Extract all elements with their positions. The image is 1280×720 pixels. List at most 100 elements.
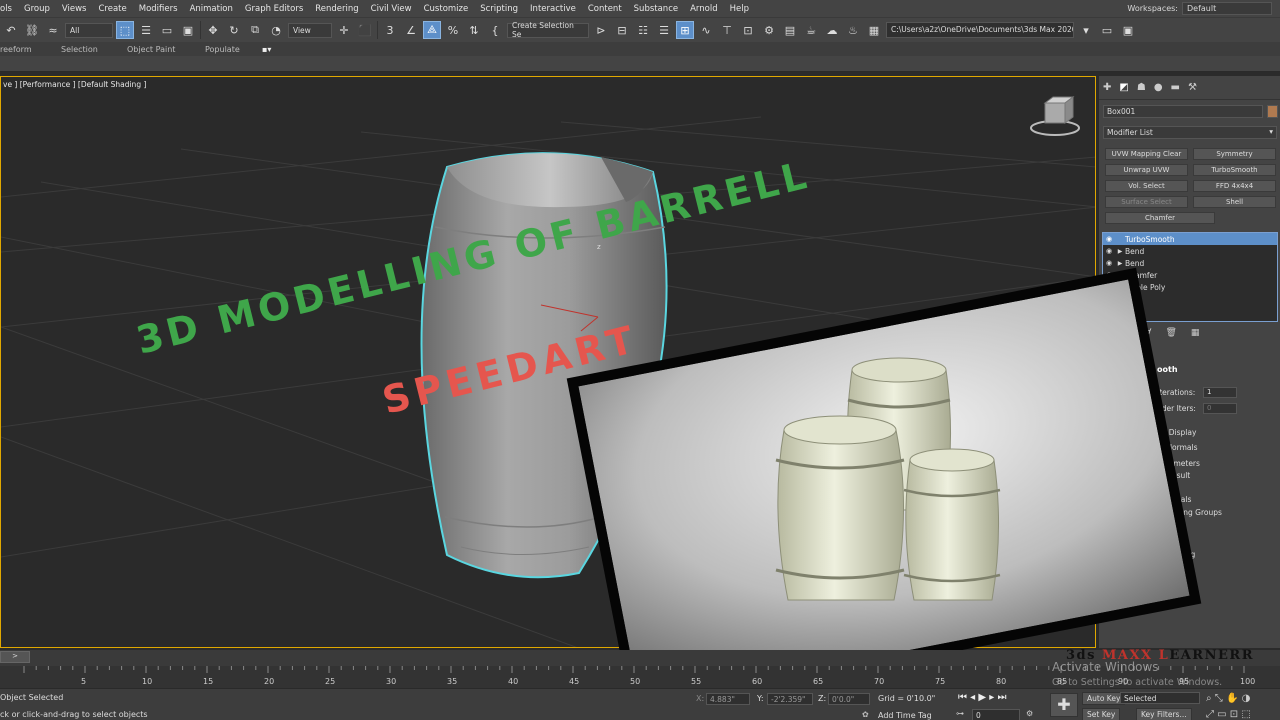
rect-selection-icon[interactable]: ▭ <box>158 21 176 39</box>
rollout-title[interactable]: ooth <box>1157 365 1178 374</box>
new-folder-icon[interactable]: ▣ <box>1119 21 1137 39</box>
menu-item[interactable]: Scripting <box>474 4 524 14</box>
add-time-tag-button[interactable]: Add Time Tag <box>878 711 932 720</box>
project-folder-icon[interactable]: ▾ <box>1077 21 1095 39</box>
modifier-button[interactable]: UVW Mapping Clear <box>1105 148 1188 160</box>
time-config-icon[interactable]: ⚙ <box>1026 709 1033 718</box>
expand-triangle-icon[interactable]: ▶ <box>1115 260 1125 267</box>
modifier-button[interactable]: Surface Select <box>1105 196 1188 208</box>
rotate-icon[interactable]: ↻ <box>225 21 243 39</box>
menu-item[interactable]: Modifiers <box>133 4 184 14</box>
teapot-icon[interactable]: ♨ <box>844 21 862 39</box>
menu-item[interactable]: Content <box>582 4 628 14</box>
viewport-nav-icons[interactable]: ⌕ ⤡ ✋ ◑ <box>1206 693 1250 704</box>
ribbon-toggle-icon[interactable]: ▪▾ <box>262 45 271 54</box>
modifier-button[interactable]: FFD 4x4x4 <box>1193 180 1276 192</box>
create-tab-icon[interactable]: ✚ <box>1103 82 1111 93</box>
stack-item[interactable]: ◉ TurboSmooth <box>1103 233 1277 245</box>
iterations-spinner[interactable]: 1 <box>1203 387 1237 398</box>
eye-icon[interactable]: ◉ <box>1103 247 1115 255</box>
spinner-snap-icon[interactable]: % <box>444 21 462 39</box>
viewcube[interactable] <box>1030 96 1080 136</box>
move-icon[interactable]: ✥ <box>204 21 222 39</box>
render-shading-icon[interactable]: ▦ <box>865 21 883 39</box>
stack-item[interactable]: ◉ ▶ Bend <box>1103 257 1277 269</box>
viewport-nav-icons-2[interactable]: ⤢ ▭ ⊡ ⬚ <box>1206 709 1251 720</box>
menu-item[interactable]: ols <box>0 4 18 14</box>
select-by-name-icon[interactable]: ☰ <box>137 21 155 39</box>
utilities-tab-icon[interactable]: ⚒ <box>1188 82 1197 93</box>
edit-named-sel-icon[interactable]: ⇅ <box>465 21 483 39</box>
select-object-icon[interactable]: ⬚ <box>116 21 134 39</box>
modifier-button[interactable]: Unwrap UVW <box>1105 164 1188 176</box>
y-coordinate-field[interactable]: -2'2.359" <box>767 693 813 705</box>
modifier-button[interactable]: TurboSmooth <box>1193 164 1276 176</box>
menu-item[interactable]: Graph Editors <box>239 4 309 14</box>
configure-sets-icon[interactable]: ▦ <box>1191 328 1200 338</box>
set-key-button[interactable]: Set Key <box>1082 708 1121 720</box>
render-setup-icon[interactable]: ⚙ <box>760 21 778 39</box>
eye-icon[interactable]: ◉ <box>1103 235 1115 243</box>
ribbon-icon[interactable]: ⊞ <box>676 21 694 39</box>
menu-item[interactable]: Interactive <box>524 4 582 14</box>
folder-icon[interactable]: ▭ <box>1098 21 1116 39</box>
undo-icon[interactable]: ↶ <box>2 21 20 39</box>
make-unique-icon[interactable]: ∀ <box>1145 328 1151 338</box>
tab-freeform[interactable]: reeform <box>0 45 32 54</box>
menu-item[interactable]: Rendering <box>309 4 364 14</box>
workspaces-dropdown[interactable]: Default <box>1182 2 1272 15</box>
modifier-button[interactable]: Symmetry <box>1193 148 1276 160</box>
time-slider[interactable]: > <box>0 651 30 663</box>
motion-tab-icon[interactable]: ● <box>1154 82 1163 93</box>
render-iters-spinner[interactable]: 0 <box>1203 403 1237 414</box>
set-key-icon[interactable]: ✚ <box>1050 693 1078 717</box>
eye-icon[interactable]: ◉ <box>1103 259 1115 267</box>
unlink-icon[interactable]: ≈ <box>44 21 62 39</box>
menu-item[interactable]: Substance <box>628 4 684 14</box>
menu-item[interactable]: Animation <box>184 4 239 14</box>
menu-item[interactable]: Group <box>18 4 56 14</box>
stack-item[interactable]: ◉ Chamfer <box>1103 269 1277 281</box>
tab-populate[interactable]: Populate <box>205 45 240 54</box>
remove-modifier-icon[interactable]: 🗑 <box>1165 328 1176 338</box>
menu-item[interactable]: Customize <box>418 4 475 14</box>
named-sel-icon[interactable]: { <box>486 21 504 39</box>
auto-key-button[interactable]: Auto Key <box>1082 692 1126 705</box>
object-color-swatch[interactable] <box>1267 105 1278 118</box>
ref-coord-dropdown[interactable]: View <box>288 22 332 38</box>
time-tag-icon[interactable]: ✿ <box>862 710 869 719</box>
align-icon[interactable]: ⊟ <box>613 21 631 39</box>
expand-triangle-icon[interactable]: ▶ <box>1115 248 1125 255</box>
menu-item[interactable]: Help <box>724 4 755 14</box>
key-mode-dropdown[interactable]: Selected <box>1120 692 1200 704</box>
key-filters-button[interactable]: Key Filters... <box>1136 708 1192 720</box>
menu-item[interactable]: Create <box>93 4 133 14</box>
stack-item[interactable]: ◉ ▶ Bend <box>1103 245 1277 257</box>
manipulate-icon[interactable]: ⬛ <box>356 21 374 39</box>
mirror-icon[interactable]: ⊳ <box>592 21 610 39</box>
selection-filter-dropdown[interactable]: All <box>65 22 113 38</box>
tab-selection[interactable]: Selection <box>61 45 98 54</box>
object-name-field[interactable]: Box001 <box>1103 105 1263 118</box>
modifier-button[interactable]: Chamfer <box>1105 212 1215 224</box>
link-icon[interactable]: ⛓ <box>23 21 41 39</box>
pivot-icon[interactable]: ✛ <box>335 21 353 39</box>
x-coordinate-field[interactable]: 4.883" <box>706 693 750 705</box>
toggle-scene-explorer-icon[interactable]: ☷ <box>634 21 652 39</box>
menu-item[interactable]: Arnold <box>684 4 724 14</box>
menu-item[interactable]: Views <box>56 4 93 14</box>
named-selection-dropdown[interactable]: Create Selection Se <box>507 21 589 39</box>
display-tab-icon[interactable]: ▬ <box>1171 82 1180 93</box>
menu-item[interactable]: Civil View <box>365 4 418 14</box>
curve-editor-icon[interactable]: ∿ <box>697 21 715 39</box>
key-mode-icon[interactable]: ⊶ <box>956 709 964 718</box>
modifier-list-dropdown[interactable]: Modifier List ▾ <box>1103 126 1277 139</box>
angle-snap-icon[interactable]: ∠ <box>402 21 420 39</box>
modifier-button[interactable]: Shell <box>1193 196 1276 208</box>
eye-icon[interactable]: ◉ <box>1103 271 1115 279</box>
rendered-frame-icon[interactable]: ▤ <box>781 21 799 39</box>
scale-icon[interactable]: ⧉ <box>246 21 264 39</box>
layer-explorer-icon[interactable]: ☰ <box>655 21 673 39</box>
schematic-view-icon[interactable]: ⊤ <box>718 21 736 39</box>
snap-icon[interactable]: 3 <box>381 21 399 39</box>
